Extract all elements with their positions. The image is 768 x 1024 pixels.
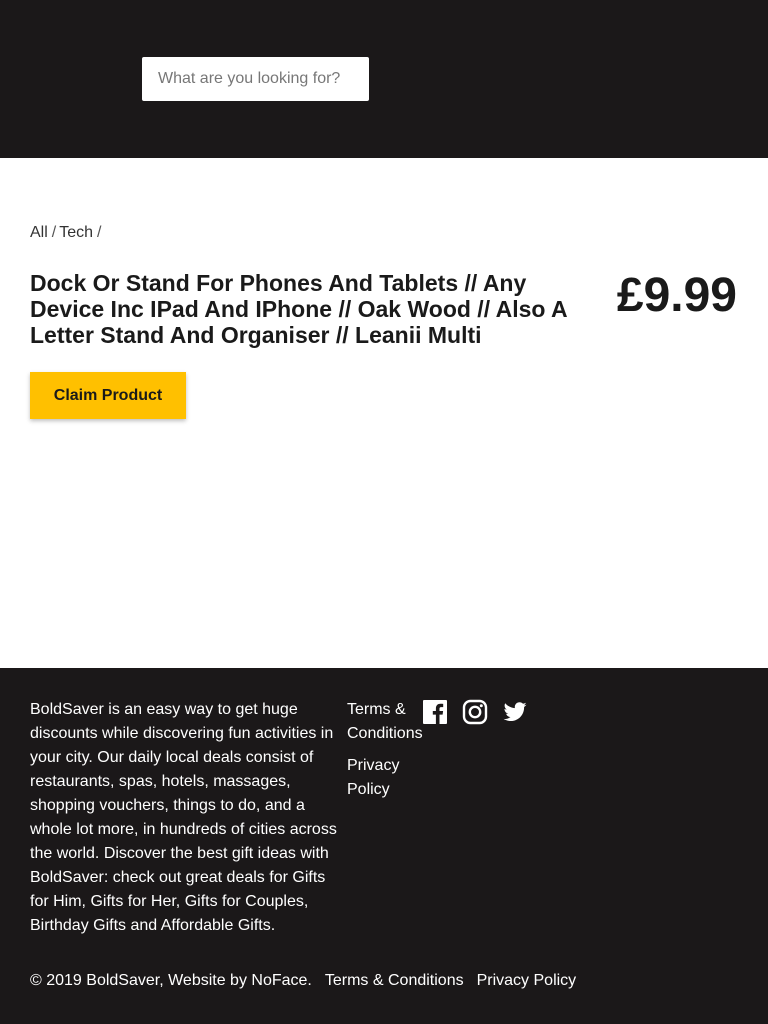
site-footer: BoldSaver is an easy way to get huge dis…: [0, 668, 768, 1024]
footer-about-text: BoldSaver is an easy way to get huge dis…: [30, 701, 337, 934]
facebook-icon[interactable]: [422, 699, 448, 725]
breadcrumb-item-all[interactable]: All: [30, 224, 48, 241]
footer-bottom-bar: © 2019 BoldSaver, Website by NoFace. Term…: [30, 970, 576, 992]
instagram-icon[interactable]: [462, 699, 488, 725]
footer-links: Terms & Conditions Privacy Policy: [347, 698, 427, 810]
footer-link-privacy[interactable]: Privacy Policy: [347, 754, 427, 802]
claim-product-button[interactable]: Claim Product: [30, 372, 186, 419]
product-title: Dock Or Stand For Phones And Tablets // …: [30, 270, 567, 348]
search-input[interactable]: [142, 57, 369, 101]
twitter-icon[interactable]: [502, 699, 528, 725]
breadcrumb-separator: /: [51, 224, 57, 241]
footer-link-terms[interactable]: Terms & Conditions: [347, 698, 427, 746]
breadcrumb: All / Tech /: [30, 224, 104, 242]
bottom-link-privacy[interactable]: Privacy Policy: [477, 972, 577, 989]
site-header: [0, 0, 768, 158]
product-price: £9.99: [616, 269, 737, 322]
copyright-text: © 2019 BoldSaver, Website by NoFace.: [30, 972, 312, 989]
breadcrumb-item-tech[interactable]: Tech: [59, 224, 93, 241]
breadcrumb-separator: /: [97, 224, 102, 241]
bottom-link-terms[interactable]: Terms & Conditions: [325, 972, 464, 989]
